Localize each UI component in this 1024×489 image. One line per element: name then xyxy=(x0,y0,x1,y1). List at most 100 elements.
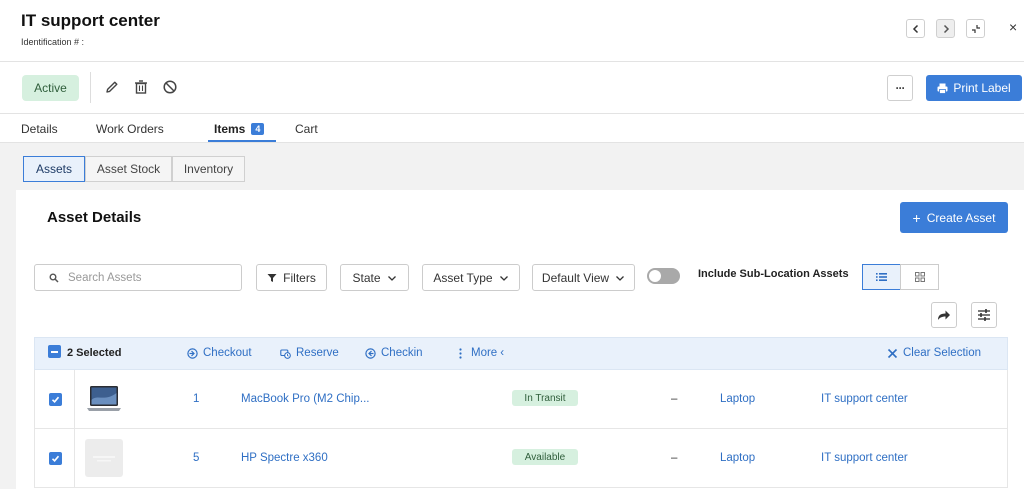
select-all-checkbox[interactable] xyxy=(48,345,61,358)
asset-thumbnail xyxy=(85,439,123,477)
chevron-left-icon: ‹ xyxy=(500,347,505,359)
view-label: Default View xyxy=(541,270,610,285)
delete-button[interactable] xyxy=(133,79,149,95)
checkin-label: Checkin xyxy=(381,347,423,359)
more-actions-button[interactable]: More ‹ xyxy=(455,347,504,359)
check-icon xyxy=(51,396,60,403)
subtab-assets[interactable]: Assets xyxy=(23,156,85,182)
panel-title: Asset Details xyxy=(47,209,142,226)
more-actions-label: More xyxy=(471,347,498,359)
create-asset-button[interactable]: + Create Asset xyxy=(900,202,1008,233)
table-row[interactable]: 1 MacBook Pro (M2 Chip... In Transit – L… xyxy=(34,370,1008,429)
tab-items[interactable]: Items 4 xyxy=(214,122,265,136)
clear-selection-button[interactable]: Clear Selection xyxy=(887,347,981,359)
chevron-down-icon xyxy=(499,275,508,281)
laptop-image xyxy=(87,386,121,411)
list-icon xyxy=(875,273,887,281)
empty-value: – xyxy=(671,393,678,405)
reserve-icon xyxy=(280,348,291,359)
trash-icon xyxy=(135,80,147,94)
asset-type[interactable]: Laptop xyxy=(720,452,755,464)
divider xyxy=(74,370,75,428)
pencil-icon xyxy=(106,81,118,93)
search-icon xyxy=(49,273,59,283)
placeholder-image xyxy=(93,456,115,462)
check-icon xyxy=(51,455,60,462)
asset-type-dropdown[interactable]: Asset Type xyxy=(422,264,520,291)
edit-button[interactable] xyxy=(104,79,120,95)
printer-icon xyxy=(937,83,948,94)
tab-cart[interactable]: Cart xyxy=(295,122,318,136)
asset-id[interactable]: 1 xyxy=(193,393,199,405)
status-badge[interactable]: Active xyxy=(22,75,79,101)
checkout-icon xyxy=(187,347,198,359)
include-sub-location-label: Include Sub-Location Assets xyxy=(698,268,849,280)
checkout-button[interactable]: Checkout xyxy=(187,347,252,359)
page-title: IT support center xyxy=(21,11,160,30)
tab-details[interactable]: Details xyxy=(21,122,58,136)
asset-thumbnail xyxy=(85,380,123,418)
filters-button[interactable]: Filters xyxy=(256,264,327,291)
row-checkbox[interactable] xyxy=(49,393,62,406)
plus-icon: + xyxy=(912,209,921,226)
more-options-button[interactable]: ··· xyxy=(887,75,913,101)
filter-icon xyxy=(267,273,277,282)
grid-view-button[interactable] xyxy=(900,264,939,290)
table-row[interactable]: 5 HP Spectre x360 Available – Laptop IT … xyxy=(34,429,1008,488)
divider xyxy=(74,429,75,487)
share-button[interactable] xyxy=(931,302,957,328)
empty-value: – xyxy=(671,452,678,464)
divider xyxy=(90,72,91,103)
checkin-icon xyxy=(365,347,376,359)
checkin-button[interactable]: Checkin xyxy=(365,347,423,359)
sliders-icon xyxy=(978,309,990,321)
items-count-badge: 4 xyxy=(251,123,265,135)
grid-icon xyxy=(914,272,925,282)
subtab-asset-stock[interactable]: Asset Stock xyxy=(85,156,172,182)
asset-name[interactable]: MacBook Pro (M2 Chip... xyxy=(241,393,369,405)
subtab-inventory[interactable]: Inventory xyxy=(172,156,245,182)
selected-count: 2 Selected xyxy=(67,347,122,359)
view-dropdown[interactable]: Default View xyxy=(532,264,635,291)
reserve-label: Reserve xyxy=(296,347,339,359)
status-badge: Available xyxy=(512,449,578,465)
create-asset-label: Create Asset xyxy=(926,210,996,225)
collapse-button[interactable] xyxy=(966,19,985,38)
kebab-icon xyxy=(459,347,462,359)
previous-button[interactable] xyxy=(906,19,925,38)
next-button[interactable] xyxy=(936,19,955,38)
ban-icon xyxy=(163,80,177,94)
selection-bar xyxy=(34,337,1008,370)
asset-id[interactable]: 5 xyxy=(193,452,199,464)
close-icon xyxy=(887,348,898,358)
search-box xyxy=(34,264,242,291)
tab-items-label: Items xyxy=(214,122,246,136)
state-dropdown[interactable]: State xyxy=(340,264,409,291)
include-sub-location-toggle[interactable] xyxy=(647,268,680,284)
tab-work-orders[interactable]: Work Orders xyxy=(96,122,164,136)
list-view-button[interactable] xyxy=(862,264,901,290)
disable-button[interactable] xyxy=(162,79,178,95)
active-tab-indicator xyxy=(208,140,276,142)
asset-location[interactable]: IT support center xyxy=(821,393,908,405)
column-settings-button[interactable] xyxy=(971,302,997,328)
reserve-button[interactable]: Reserve xyxy=(280,347,339,359)
share-arrow-icon xyxy=(938,310,950,320)
header: IT support center Identification # : × xyxy=(0,0,1024,62)
filters-label: Filters xyxy=(283,270,316,285)
identification-label: Identification # : xyxy=(21,37,85,47)
asset-location[interactable]: IT support center xyxy=(821,452,908,464)
chevron-down-icon xyxy=(387,275,396,281)
search-input[interactable] xyxy=(68,270,233,286)
asset-name[interactable]: HP Spectre x360 xyxy=(241,452,328,464)
chevron-right-icon xyxy=(943,24,949,33)
print-label-button[interactable]: Print Label xyxy=(926,75,1022,101)
status-badge: In Transit xyxy=(512,390,578,406)
asset-type-label: Asset Type xyxy=(433,270,493,285)
chevron-down-icon xyxy=(616,275,625,281)
row-checkbox[interactable] xyxy=(49,452,62,465)
asset-type[interactable]: Laptop xyxy=(720,393,755,405)
close-icon[interactable]: × xyxy=(1009,20,1021,34)
clear-selection-label: Clear Selection xyxy=(903,347,981,359)
chevron-left-icon xyxy=(912,24,918,33)
